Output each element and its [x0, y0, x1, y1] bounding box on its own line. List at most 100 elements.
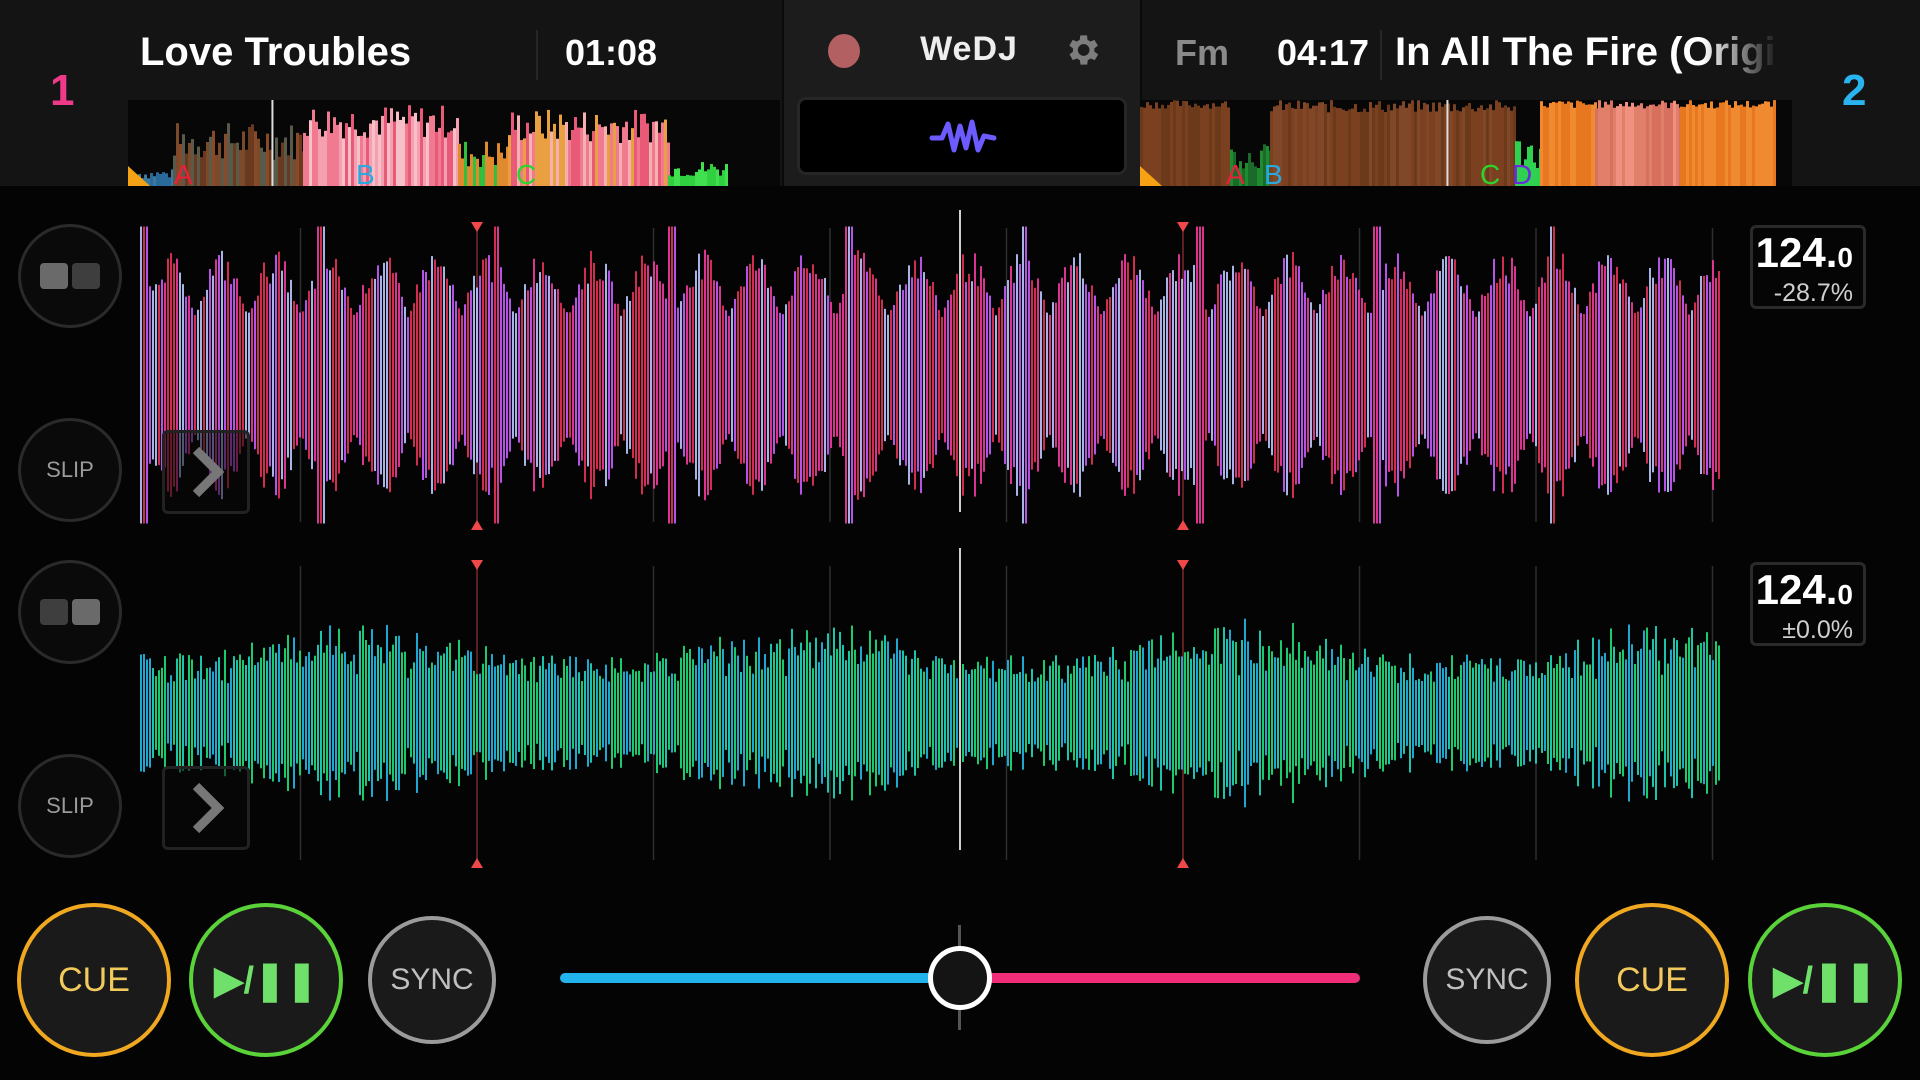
waveform-bar — [1583, 661, 1585, 765]
waveform-bar — [1325, 294, 1327, 456]
waveform-bar — [1571, 292, 1573, 458]
waveform-bar — [875, 278, 877, 472]
waveform-bar — [1250, 281, 1252, 469]
waveform-bar — [1346, 680, 1348, 746]
overview-bar — [601, 127, 604, 186]
overview-bar — [568, 140, 571, 186]
waveform-bar — [326, 645, 328, 781]
waveform-bar — [635, 671, 637, 755]
deck1-sync-button[interactable]: SYNC — [368, 916, 496, 1044]
waveform-bar — [584, 267, 586, 483]
waveform-bar — [803, 650, 805, 776]
deck2-jump-button[interactable] — [162, 766, 250, 850]
waveform-bar — [695, 665, 697, 761]
waveform-bar — [1205, 309, 1207, 441]
waveform-bar — [290, 659, 292, 767]
waveform-bar — [1397, 683, 1399, 743]
cue-marker-C[interactable]: C — [1480, 159, 1500, 186]
waveform-bar — [602, 280, 604, 470]
settings-button[interactable] — [1062, 30, 1102, 70]
waveform-bar — [590, 663, 592, 763]
crossfader-track-left[interactable] — [560, 973, 960, 983]
overview-bar — [420, 108, 423, 186]
cue-marker-D[interactable]: D — [1512, 159, 1532, 186]
overview-bar — [1533, 162, 1536, 186]
deck2-overview-waveform[interactable]: AB CD — [1140, 100, 1792, 186]
deck1-jump-button[interactable] — [162, 430, 250, 514]
deck2-play-pause-button[interactable]: ▶/❚❚ — [1748, 903, 1902, 1057]
record-button[interactable] — [828, 34, 860, 68]
waveform-bar — [734, 647, 736, 779]
overview-bar — [1426, 104, 1429, 186]
overview-bar — [1345, 110, 1348, 186]
waveform-bar — [863, 661, 865, 765]
waveform-bar — [470, 290, 472, 460]
waveform-bar — [1214, 628, 1216, 798]
waveform-bar — [1061, 277, 1063, 473]
waveform-bar — [257, 295, 259, 455]
waveform-bar — [1301, 282, 1303, 468]
waveform-bar — [1049, 314, 1051, 436]
deck1-slip-button[interactable]: SLIP — [18, 418, 122, 522]
cue-marker-B[interactable]: B — [1264, 159, 1283, 186]
waveform-bar — [386, 625, 388, 801]
deck1-play-pause-button[interactable]: ▶/❚❚ — [189, 903, 343, 1057]
crossfader-knob[interactable] — [928, 946, 992, 1010]
waveform-bar — [554, 289, 556, 461]
deck1-track-title[interactable]: Love Troubles — [140, 30, 411, 75]
overview-bar — [1417, 100, 1420, 186]
waveform-bar — [752, 255, 754, 495]
waveform-bar — [947, 673, 949, 753]
deck1-overview-waveform[interactable]: A B C — [128, 100, 780, 186]
deck1-bpm-display[interactable]: 124.0 -28.7% — [1750, 225, 1866, 309]
overview-bar — [156, 172, 159, 186]
deck2-cue-button[interactable]: CUE — [1575, 903, 1729, 1057]
waveform-bar — [1103, 671, 1105, 755]
waveform-bar — [194, 678, 196, 748]
waveform-bar — [989, 678, 991, 748]
waveform-bar — [1703, 641, 1705, 785]
overview-bar — [1351, 108, 1354, 186]
waveform-bar — [1451, 655, 1453, 771]
waveform-bar — [1298, 642, 1300, 784]
waveform-view-toggle[interactable] — [800, 100, 1124, 172]
cue-marker-B[interactable]: B — [356, 159, 375, 186]
waveform-bar — [737, 291, 739, 459]
waveform-bar — [1331, 265, 1333, 485]
waveform-bar — [344, 287, 346, 463]
overview-bar — [1167, 104, 1170, 186]
deck1-cue-button[interactable]: CUE — [17, 903, 171, 1057]
waveform-bar — [539, 272, 541, 478]
waveform-bar — [368, 288, 370, 462]
deck2-bpm-display[interactable]: 124.0 ±0.0% — [1750, 562, 1866, 646]
waveform-bar — [854, 649, 856, 777]
deck2-split-button[interactable] — [18, 560, 122, 664]
overview-bar — [640, 114, 643, 186]
deck2-track-title[interactable]: In All The Fire (Origin — [1395, 30, 1779, 75]
overview-bar — [595, 114, 598, 186]
waveform-bar — [542, 656, 544, 770]
waveform-bar — [1112, 646, 1114, 780]
cue-marker-A[interactable]: A — [174, 159, 193, 186]
waveform-bar — [1685, 303, 1687, 447]
waveform-bar — [725, 676, 727, 750]
deck2-sync-button[interactable]: SYNC — [1423, 916, 1551, 1044]
deck2-slip-button[interactable]: SLIP — [18, 754, 122, 858]
waveform-bar — [1187, 651, 1189, 775]
deck1-split-button[interactable] — [18, 224, 122, 328]
overview-bar — [1152, 108, 1155, 186]
overview-bar — [1582, 103, 1585, 186]
deck2-waveform[interactable] — [140, 548, 1780, 878]
deck1-waveform[interactable] — [140, 210, 1780, 540]
overview-bar — [281, 142, 284, 186]
overview-bar — [1212, 103, 1215, 186]
cue-marker-C[interactable]: C — [516, 159, 536, 186]
overview-bar — [661, 122, 664, 186]
waveform-bar — [578, 284, 580, 466]
cue-marker-A[interactable]: A — [1226, 159, 1245, 186]
waveform-bar — [1277, 657, 1279, 769]
waveform-bar — [1517, 659, 1519, 767]
waveform-bar — [887, 641, 889, 785]
crossfader-track-right[interactable] — [960, 973, 1360, 983]
overview-bar — [631, 128, 634, 186]
